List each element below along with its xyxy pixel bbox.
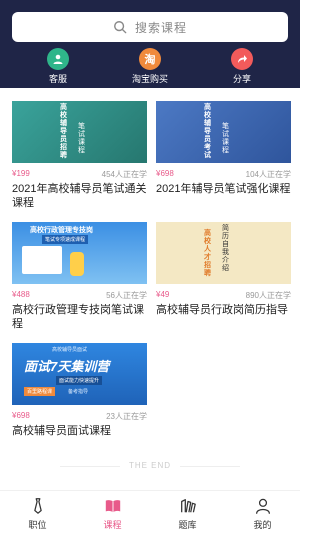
divider [180,466,240,467]
question-bank-icon [180,499,196,513]
tab-label: 我的 [253,520,272,530]
thumb-text: 笔试课程 [222,123,229,154]
user-icon [255,498,270,514]
end-of-list-label: THE END [128,461,172,470]
course-thumbnail: 高校辅导员考试 笔试课程 [156,101,291,163]
thumb-text: 高校人才招聘 [204,230,211,277]
course-learners: 454人正在学 [101,170,147,179]
thumb-text: 简历自我介绍 [222,225,229,272]
course-price: ¥49 [156,290,170,299]
course-price: ¥698 [156,169,174,178]
thumb-text: 高校辅导员招聘 [60,104,67,159]
course-thumbnail: 高校辅导员招聘 笔试课程 [12,101,147,163]
thumb-text: 面试能力快速提升 [56,376,103,385]
tab-jobs[interactable]: 职位 [0,497,75,531]
course-card[interactable]: 高校辅导员面试 面试7天集训营 面试能力快速提升 百里路程课 备考指导 ¥698… [12,343,147,438]
thumb-text: 面试7天集训营 [24,359,110,374]
book-icon [105,500,120,513]
thumb-illustration [22,246,62,274]
bottom-tab-bar: 职位 课程 题库 我的 [0,490,300,533]
taobao-glyph: 淘 [144,54,156,66]
thumb-text: 百里路程课 [24,387,56,396]
taobao-buy-label: 淘宝购买 [131,74,168,84]
course-thumbnail: 高校辅导员面试 面试7天集训营 面试能力快速提升 百里路程课 备考指导 [12,343,147,405]
customer-service-button[interactable]: 客服 [8,48,108,85]
course-title: 高校辅导员面试课程 [12,425,111,437]
course-card[interactable]: 高校辅导员招聘 笔试课程 ¥199 454人正在学 2021年高校辅导员笔试通关… [12,101,147,210]
course-title: 高校辅导员行政岗简历指导 [156,304,288,316]
customer-service-label: 客服 [48,74,67,84]
thumb-text: 备考指导 [68,389,89,395]
course-price: ¥698 [12,411,30,420]
customer-service-icon [47,48,69,70]
course-learners: 23人正在学 [106,412,147,421]
course-learners: 104人正在学 [245,170,291,179]
tab-label: 职位 [28,520,47,530]
thumb-text: 高校辅导员面试 [52,347,88,353]
search-bar[interactable]: 搜索课程 [12,12,288,42]
share-icon [231,48,253,70]
tab-label: 题库 [178,520,197,530]
tab-question-bank[interactable]: 题库 [150,497,225,531]
thumb-text: 笔试专项速成课程 [42,235,89,244]
course-title: 2021年辅导员笔试强化课程 [156,183,291,195]
tab-courses[interactable]: 课程 [75,497,150,531]
thumb-text: 高校辅导员考试 [204,104,211,159]
taobao-icon: 淘 [139,48,161,70]
course-learners: 890人正在学 [245,291,291,300]
tab-mine[interactable]: 我的 [225,497,300,531]
tie-icon [33,498,42,514]
course-card[interactable]: 高校行政管理专技岗 笔试专项速成课程 ¥488 56人正在学 高校行政管理专技岗… [12,222,147,331]
search-placeholder: 搜索课程 [134,20,187,35]
course-price: ¥488 [12,290,30,299]
course-title: 2021年高校辅导员笔试通关课程 [12,183,147,209]
share-button[interactable]: 分享 [192,48,292,85]
thumb-illustration [70,252,84,276]
taobao-buy-button[interactable]: 淘 淘宝购买 [100,48,200,85]
share-label: 分享 [232,74,251,84]
tab-label: 课程 [103,520,122,530]
course-card[interactable]: 高校人才招聘 简历自我介绍 ¥49 890人正在学 高校辅导员行政岗简历指导 [156,222,291,317]
thumb-text: 高校行政管理专技岗 [30,227,93,234]
course-learners: 56人正在学 [106,291,147,300]
course-price: ¥199 [12,169,30,178]
course-thumbnail: 高校人才招聘 简历自我介绍 [156,222,291,284]
header: 搜索课程 客服 淘 淘宝购买 分享 [0,0,300,88]
course-card[interactable]: 高校辅导员考试 笔试课程 ¥698 104人正在学 2021年辅导员笔试强化课程 [156,101,291,196]
search-icon [114,21,127,34]
course-thumbnail: 高校行政管理专技岗 笔试专项速成课程 [12,222,147,284]
course-title: 高校行政管理专技岗笔试课程 [12,304,144,330]
thumb-text: 笔试课程 [78,123,85,154]
